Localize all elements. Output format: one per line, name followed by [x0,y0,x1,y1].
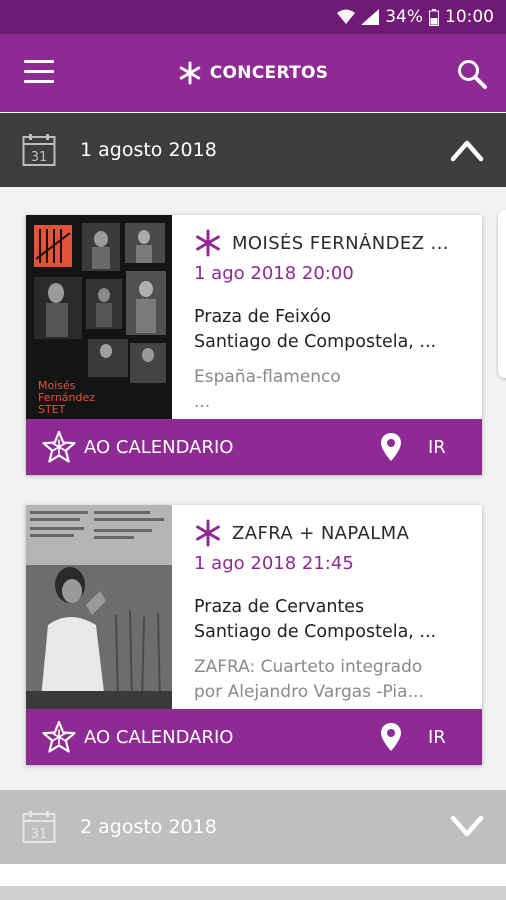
add-to-calendar-label: AO CALENDARIO [84,436,234,458]
add-to-calendar-button[interactable]: AO CALENDARIO [42,429,233,465]
event-description: España-flamenco ... [194,365,474,413]
venue-name: Praza de Cervantes [194,597,365,617]
event-datetime: 1 ago 2018 20:00 [194,263,354,284]
svg-text:31: 31 [31,827,48,842]
svg-text:31: 31 [31,150,48,165]
asterisk-icon [196,229,220,257]
section-date-label: 2 agosto 2018 [80,816,217,838]
asterisk-logo-icon [179,61,200,85]
location-pin-icon [381,433,401,461]
battery-icon [429,8,439,26]
status-time: 10:00 [445,7,494,27]
event-card[interactable]: Moisés Fernández STET MOISÉS FERNÁNDEZ .… [26,215,482,475]
battery-percentage: 34% [385,7,423,27]
app-title-text: CONCERTOS [209,63,329,83]
wifi-icon [337,9,356,24]
section-date-label: 1 agosto 2018 [80,139,217,161]
star-icon [42,720,76,753]
event-poster-image: Moisés Fernández STET [26,215,172,419]
event-poster-image [26,505,172,709]
next-card-peek [498,210,506,378]
chevron-down-icon[interactable] [450,812,484,842]
poster-text-3: STET [38,403,66,416]
calendar-icon: 31 [22,134,56,166]
status-bar: 34% 10:00 [0,0,506,34]
next-section-peek [0,886,506,900]
add-to-calendar-label: AO CALENDARIO [84,726,234,748]
card-action-bar: AO CALENDARIO IR [26,709,482,765]
star-icon [42,430,76,463]
go-button[interactable]: IR [380,429,446,465]
event-venue: Praza de Feixóo Santiago de Compostela, … [194,305,436,355]
go-button[interactable]: IR [380,719,446,755]
event-datetime: 1 ago 2018 21:45 [194,553,354,574]
event-title-row: ZAFRA + NAPALMA [194,519,472,547]
event-title: MOISÉS FERNÁNDEZ ... [232,232,449,254]
go-label: IR [428,436,446,458]
app-title: CONCERTOS [0,34,506,112]
app-bar: CONCERTOS [0,34,506,112]
event-title: ZAFRA + NAPALMA [232,522,410,544]
date-section-header[interactable]: 31 1 agosto 2018 [0,113,506,187]
event-venue: Praza de Cervantes Santiago de Compostel… [194,595,436,645]
asterisk-icon [196,519,220,547]
chevron-up-icon[interactable] [450,135,484,165]
venue-city: Santiago de Compostela, ... [194,332,437,352]
event-title-row: MOISÉS FERNÁNDEZ ... [194,229,472,257]
event-card[interactable]: ZAFRA + NAPALMA 1 ago 2018 21:45 Praza d… [26,505,482,765]
go-label: IR [428,726,446,748]
date-section-header[interactable]: 31 2 agosto 2018 [0,790,506,864]
description-line: ... [194,392,211,412]
signal-icon [361,9,380,25]
venue-name: Praza de Feixóo [194,307,332,327]
card-action-bar: AO CALENDARIO IR [26,419,482,475]
venue-city: Santiago de Compostela, ... [194,622,437,642]
add-to-calendar-button[interactable]: AO CALENDARIO [42,719,233,755]
description-line: España-flamenco [194,367,341,387]
search-icon[interactable] [456,58,488,90]
calendar-icon: 31 [22,811,56,843]
description-line: ZAFRA: Cuarteto integrado [194,657,423,677]
description-line: por Alejandro Vargas -Pia... [194,682,424,702]
event-description: ZAFRA: Cuarteto integrado por Alejandro … [194,655,474,703]
location-pin-icon [381,723,401,751]
